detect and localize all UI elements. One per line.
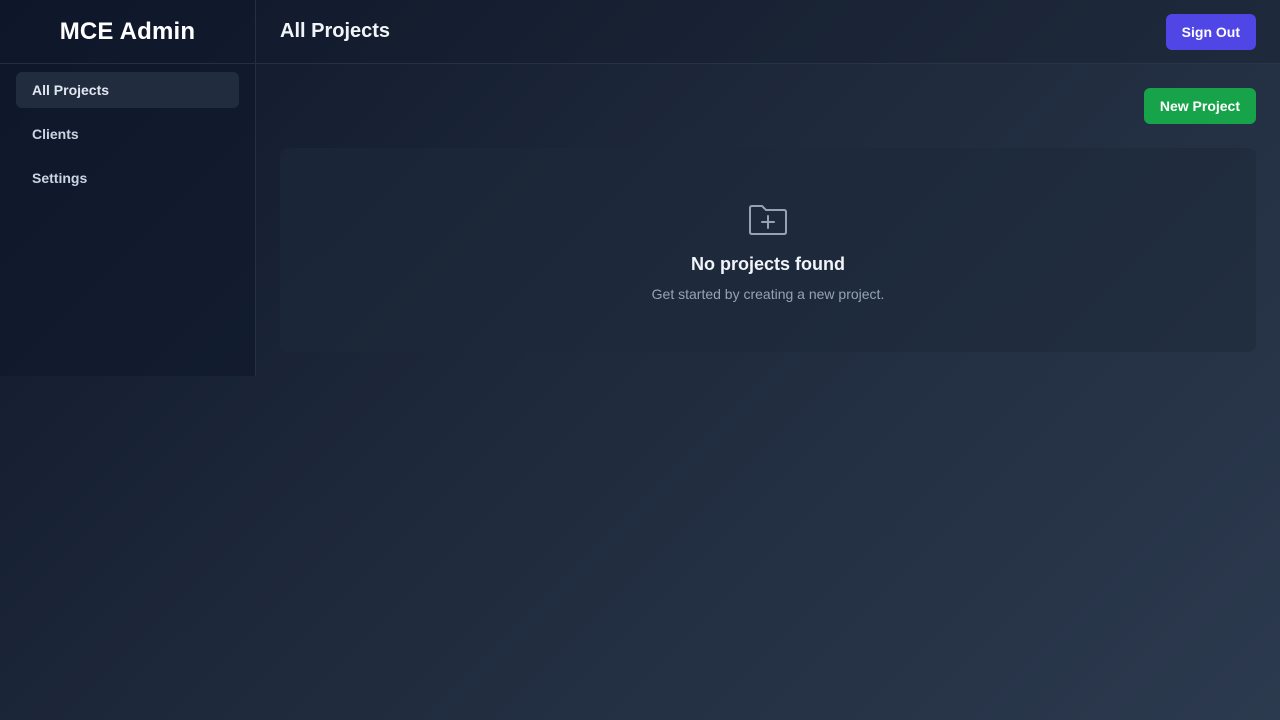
new-project-button[interactable]: New Project [1143,88,1256,124]
empty-state-subtitle: Get started by creating a new project. [651,286,885,302]
sidebar-item-all-projects[interactable]: All Projects [16,72,239,108]
sidebar-item-clients[interactable]: Clients [16,116,239,152]
sidebar-nav: All Projects Clients Settings [0,64,255,212]
brand-title: MCE Admin [0,0,255,64]
empty-state-title: No projects found [691,254,845,274]
sidebar: MCE Admin All Projects Clients Settings [0,0,256,376]
page-title: All Projects [280,20,391,42]
empty-state-card: No projects found Get started by creatin… [280,148,1256,352]
sidebar-item-settings[interactable]: Settings [16,160,239,196]
sign-out-button[interactable]: Sign Out [1165,14,1256,50]
folder-plus-icon [749,205,787,235]
top-header: All Projects Sign Out [256,0,1280,64]
